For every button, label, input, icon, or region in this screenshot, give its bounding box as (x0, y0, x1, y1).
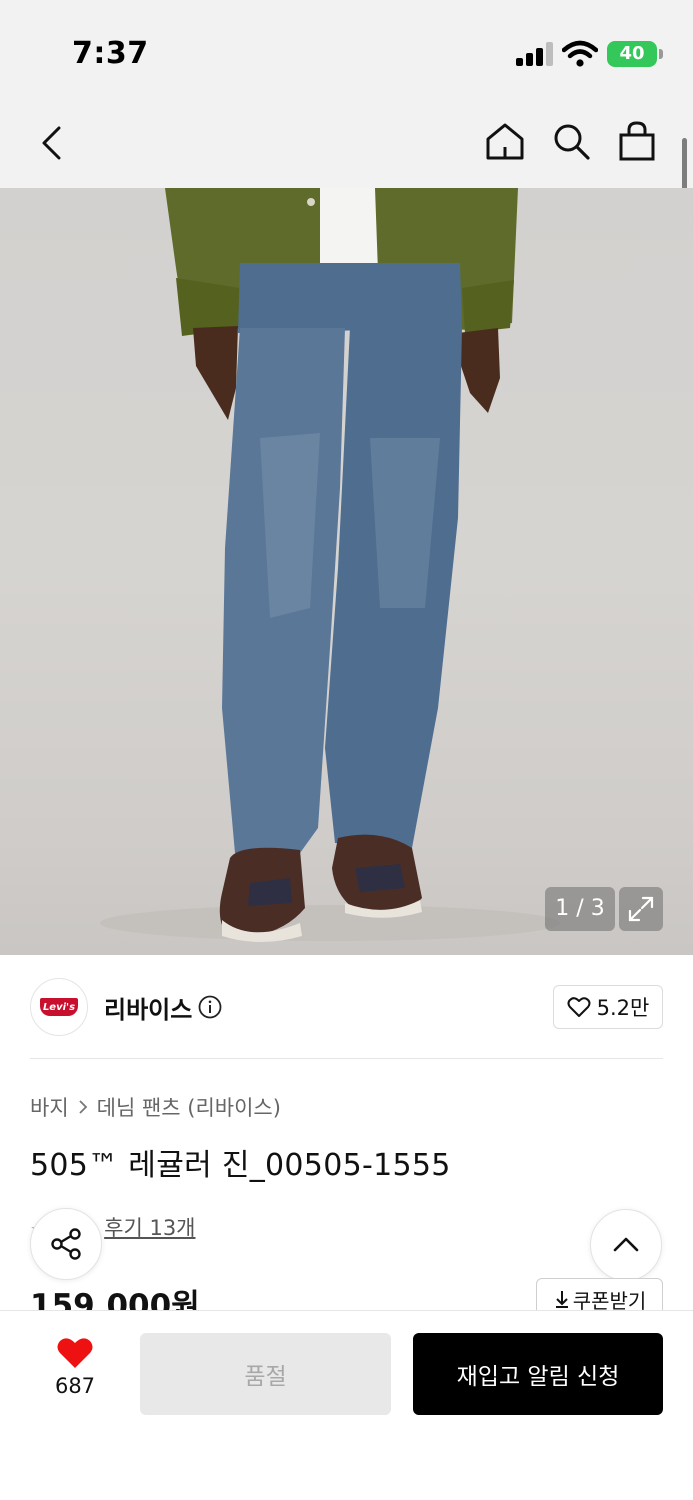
wifi-icon (562, 40, 598, 67)
share-button[interactable] (30, 1208, 102, 1280)
cellular-signal-icon (516, 42, 554, 66)
product-photo-jeans (100, 188, 560, 942)
chevron-right-icon (79, 1100, 87, 1114)
breadcrumb: 바지 데님 팬츠 (리바이스) (30, 1092, 281, 1122)
wishlist-count: 687 (54, 1374, 96, 1398)
expand-icon (628, 896, 654, 922)
soldout-button: 품절 (140, 1333, 391, 1415)
brand-logo[interactable]: Levi's (30, 978, 88, 1036)
search-button[interactable] (548, 116, 594, 166)
chevron-up-icon (613, 1237, 639, 1252)
brand-like-button[interactable]: 5.2만 (553, 985, 663, 1029)
battery-indicator: 40 (607, 41, 663, 67)
heart-outline-icon (567, 997, 591, 1017)
breadcrumb-item-denim[interactable]: 데님 팬츠 (리바이스) (97, 1092, 281, 1122)
home-button[interactable] (482, 116, 528, 166)
divider (30, 1058, 663, 1059)
status-bar: 7:37 40 (0, 0, 693, 100)
nav-header (0, 100, 693, 188)
status-time: 7:37 (72, 36, 149, 71)
share-icon (51, 1228, 81, 1260)
cart-button[interactable] (614, 116, 660, 166)
chevron-left-icon (42, 126, 61, 160)
image-counter: 1 / 3 (545, 887, 615, 931)
brand-name[interactable]: 리바이스 (104, 990, 192, 1025)
restock-alert-button[interactable]: 재입고 알림 신청 (413, 1333, 663, 1415)
wishlist-button[interactable]: 687 (40, 1336, 110, 1406)
heart-filled-icon (57, 1338, 93, 1368)
home-icon (486, 123, 524, 160)
product-title: 505™ 레귤러 진_00505-1555 (30, 1148, 451, 1183)
levis-logo: Levi's (40, 998, 78, 1016)
shopping-bag-icon (619, 121, 655, 161)
scroll-to-top-button[interactable] (590, 1209, 662, 1281)
download-icon (555, 1291, 568, 1308)
brand-like-count: 5.2만 (596, 996, 650, 1020)
product-image[interactable] (0, 188, 693, 955)
battery-level: 40 (619, 43, 645, 64)
back-button[interactable] (30, 118, 74, 168)
breadcrumb-item-pants[interactable]: 바지 (30, 1092, 69, 1122)
review-link[interactable]: 후기 13개 (104, 1216, 195, 1240)
search-icon (554, 124, 590, 160)
info-icon[interactable] (198, 995, 222, 1019)
expand-image-button[interactable] (619, 887, 663, 931)
